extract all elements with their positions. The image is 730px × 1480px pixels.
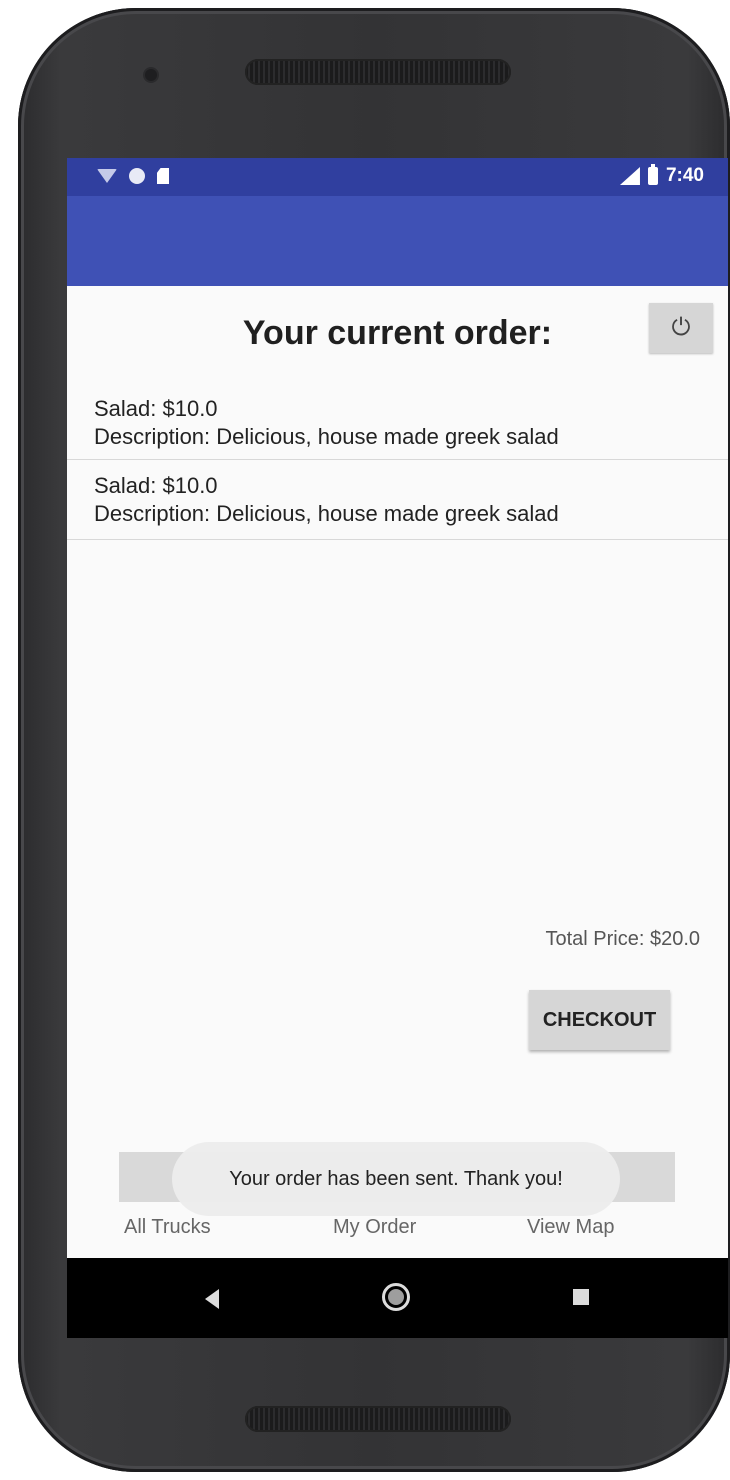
status-bar: LTE 7:40 bbox=[67, 158, 728, 196]
toast-message: Your order has been sent. Thank you! bbox=[172, 1142, 620, 1216]
nav-view-map[interactable]: View Map bbox=[527, 1216, 614, 1239]
wifi-icon bbox=[97, 169, 117, 183]
checkout-button[interactable]: CHECKOUT bbox=[529, 990, 670, 1050]
list-item[interactable]: Salad: $10.0 Description: Delicious, hou… bbox=[67, 388, 728, 460]
total-price: Total Price: $20.0 bbox=[545, 928, 700, 950]
sync-icon bbox=[129, 168, 145, 184]
order-list: Salad: $10.0 Description: Delicious, hou… bbox=[67, 388, 728, 540]
status-left-icons bbox=[97, 168, 169, 184]
item-description: Description: Delicious, house made greek… bbox=[94, 424, 559, 449]
nav-all-trucks[interactable]: All Trucks bbox=[124, 1216, 211, 1239]
logout-button[interactable]: ⏻ bbox=[649, 303, 713, 353]
battery-icon bbox=[647, 164, 658, 185]
app-bar bbox=[67, 196, 728, 286]
front-camera bbox=[145, 69, 157, 81]
power-icon: ⏻ bbox=[671, 314, 691, 341]
item-name-price: Salad: $10.0 bbox=[94, 396, 218, 421]
status-right-icons: LTE 7:40 bbox=[619, 164, 704, 187]
back-icon[interactable] bbox=[205, 1289, 219, 1309]
network-type: LTE bbox=[619, 165, 635, 174]
bottom-nav-labels: All Trucks My Order View Map bbox=[67, 1216, 728, 1246]
recents-icon[interactable] bbox=[573, 1289, 589, 1305]
sd-card-icon bbox=[157, 168, 169, 184]
list-item[interactable]: Salad: $10.0 Description: Delicious, hou… bbox=[67, 460, 728, 540]
signal-icon: LTE bbox=[619, 165, 640, 185]
clock: 7:40 bbox=[665, 165, 704, 186]
page-title: Your current order: bbox=[242, 314, 553, 352]
item-name-price: Salad: $10.0 bbox=[94, 473, 218, 498]
phone-frame: LTE 7:40 Your current order: ⏻ Salad: $1… bbox=[18, 8, 730, 1472]
nav-my-order[interactable]: My Order bbox=[333, 1216, 416, 1239]
system-nav-bar bbox=[67, 1258, 728, 1338]
home-icon[interactable] bbox=[382, 1283, 410, 1311]
screen: LTE 7:40 Your current order: ⏻ Salad: $1… bbox=[67, 158, 728, 1338]
item-description: Description: Delicious, house made greek… bbox=[94, 501, 559, 526]
bottom-speaker bbox=[245, 1406, 511, 1432]
earpiece-speaker bbox=[245, 59, 511, 85]
